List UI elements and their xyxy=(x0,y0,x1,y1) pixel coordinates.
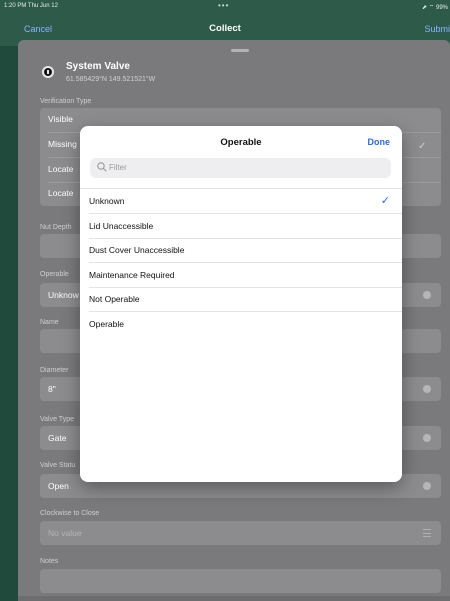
name-label: Name xyxy=(40,319,59,326)
picker-option[interactable]: Maintenance Required xyxy=(80,263,402,288)
left-background xyxy=(0,0,18,601)
operable-value: Unknow xyxy=(48,290,79,300)
status-battery: ⬈ ⌔ 99% xyxy=(421,5,448,11)
nav-title: Collect xyxy=(209,23,241,34)
clear-icon[interactable] xyxy=(423,385,431,393)
option-label: Dust Cover Unaccessible xyxy=(89,245,185,255)
valve-status-value: Open xyxy=(48,481,69,491)
verification-option[interactable]: Locate xyxy=(48,188,74,198)
valve-type-value: Gate xyxy=(48,433,67,443)
picker-option[interactable]: Lid Unaccessible xyxy=(80,214,402,239)
option-label: Operable xyxy=(89,319,124,329)
option-label: Lid Unaccessible xyxy=(89,221,154,231)
operable-picker: Operable Done Filter Unknown ✓ Lid Unacc… xyxy=(80,126,402,482)
verification-option[interactable]: Visible xyxy=(48,114,73,124)
option-label: Not Operable xyxy=(89,294,140,304)
picker-option[interactable]: Dust Cover Unaccessible xyxy=(80,238,402,263)
valve-status-label: Valve Statu xyxy=(40,462,76,469)
search-icon xyxy=(97,162,107,172)
clockwise-label: Clockwise to Close xyxy=(40,510,100,517)
bottom-edge xyxy=(18,596,450,601)
clockwise-field[interactable]: No value xyxy=(40,521,441,545)
submit-button[interactable]: Submi xyxy=(424,24,450,34)
verification-option[interactable]: Locate xyxy=(48,164,74,174)
valve-type-label: Valve Type xyxy=(40,416,74,423)
multitask-dots-icon[interactable]: ••• xyxy=(218,1,229,10)
option-label: Unknown xyxy=(89,196,125,206)
picker-title: Operable xyxy=(220,137,262,148)
list-icon[interactable] xyxy=(423,529,431,537)
clear-icon[interactable] xyxy=(423,291,431,299)
verification-option[interactable]: Missing xyxy=(48,139,77,149)
checkmark-icon: ✓ xyxy=(418,141,427,152)
filter-input[interactable]: Filter xyxy=(90,158,391,178)
picker-option[interactable]: Not Operable xyxy=(80,287,402,312)
valve-icon xyxy=(42,66,54,78)
operable-label: Operable xyxy=(40,271,69,278)
sheet-grabber[interactable] xyxy=(231,49,249,52)
done-button[interactable]: Done xyxy=(368,137,391,147)
filter-placeholder: Filter xyxy=(109,163,127,172)
diameter-label: Diameter xyxy=(40,367,69,374)
diameter-value: 8" xyxy=(48,384,56,394)
notes-field[interactable] xyxy=(40,569,441,593)
status-time: 1:20 PM Thu Jun 12 xyxy=(4,3,58,9)
option-label: Maintenance Required xyxy=(89,270,175,280)
checkmark-icon: ✓ xyxy=(380,195,390,207)
notes-label: Notes xyxy=(40,558,59,565)
clockwise-placeholder: No value xyxy=(48,528,82,538)
picker-option[interactable]: Operable xyxy=(80,312,402,337)
asset-title: System Valve xyxy=(66,61,130,72)
nut-depth-label: Nut Depth xyxy=(40,224,72,231)
clear-icon[interactable] xyxy=(423,482,431,490)
clear-icon[interactable] xyxy=(423,434,431,442)
verification-type-label: Verification Type xyxy=(40,98,92,105)
asset-coordinates: 61.585429°N 149.521521°W xyxy=(66,76,156,83)
picker-option[interactable]: Unknown ✓ xyxy=(80,189,402,214)
